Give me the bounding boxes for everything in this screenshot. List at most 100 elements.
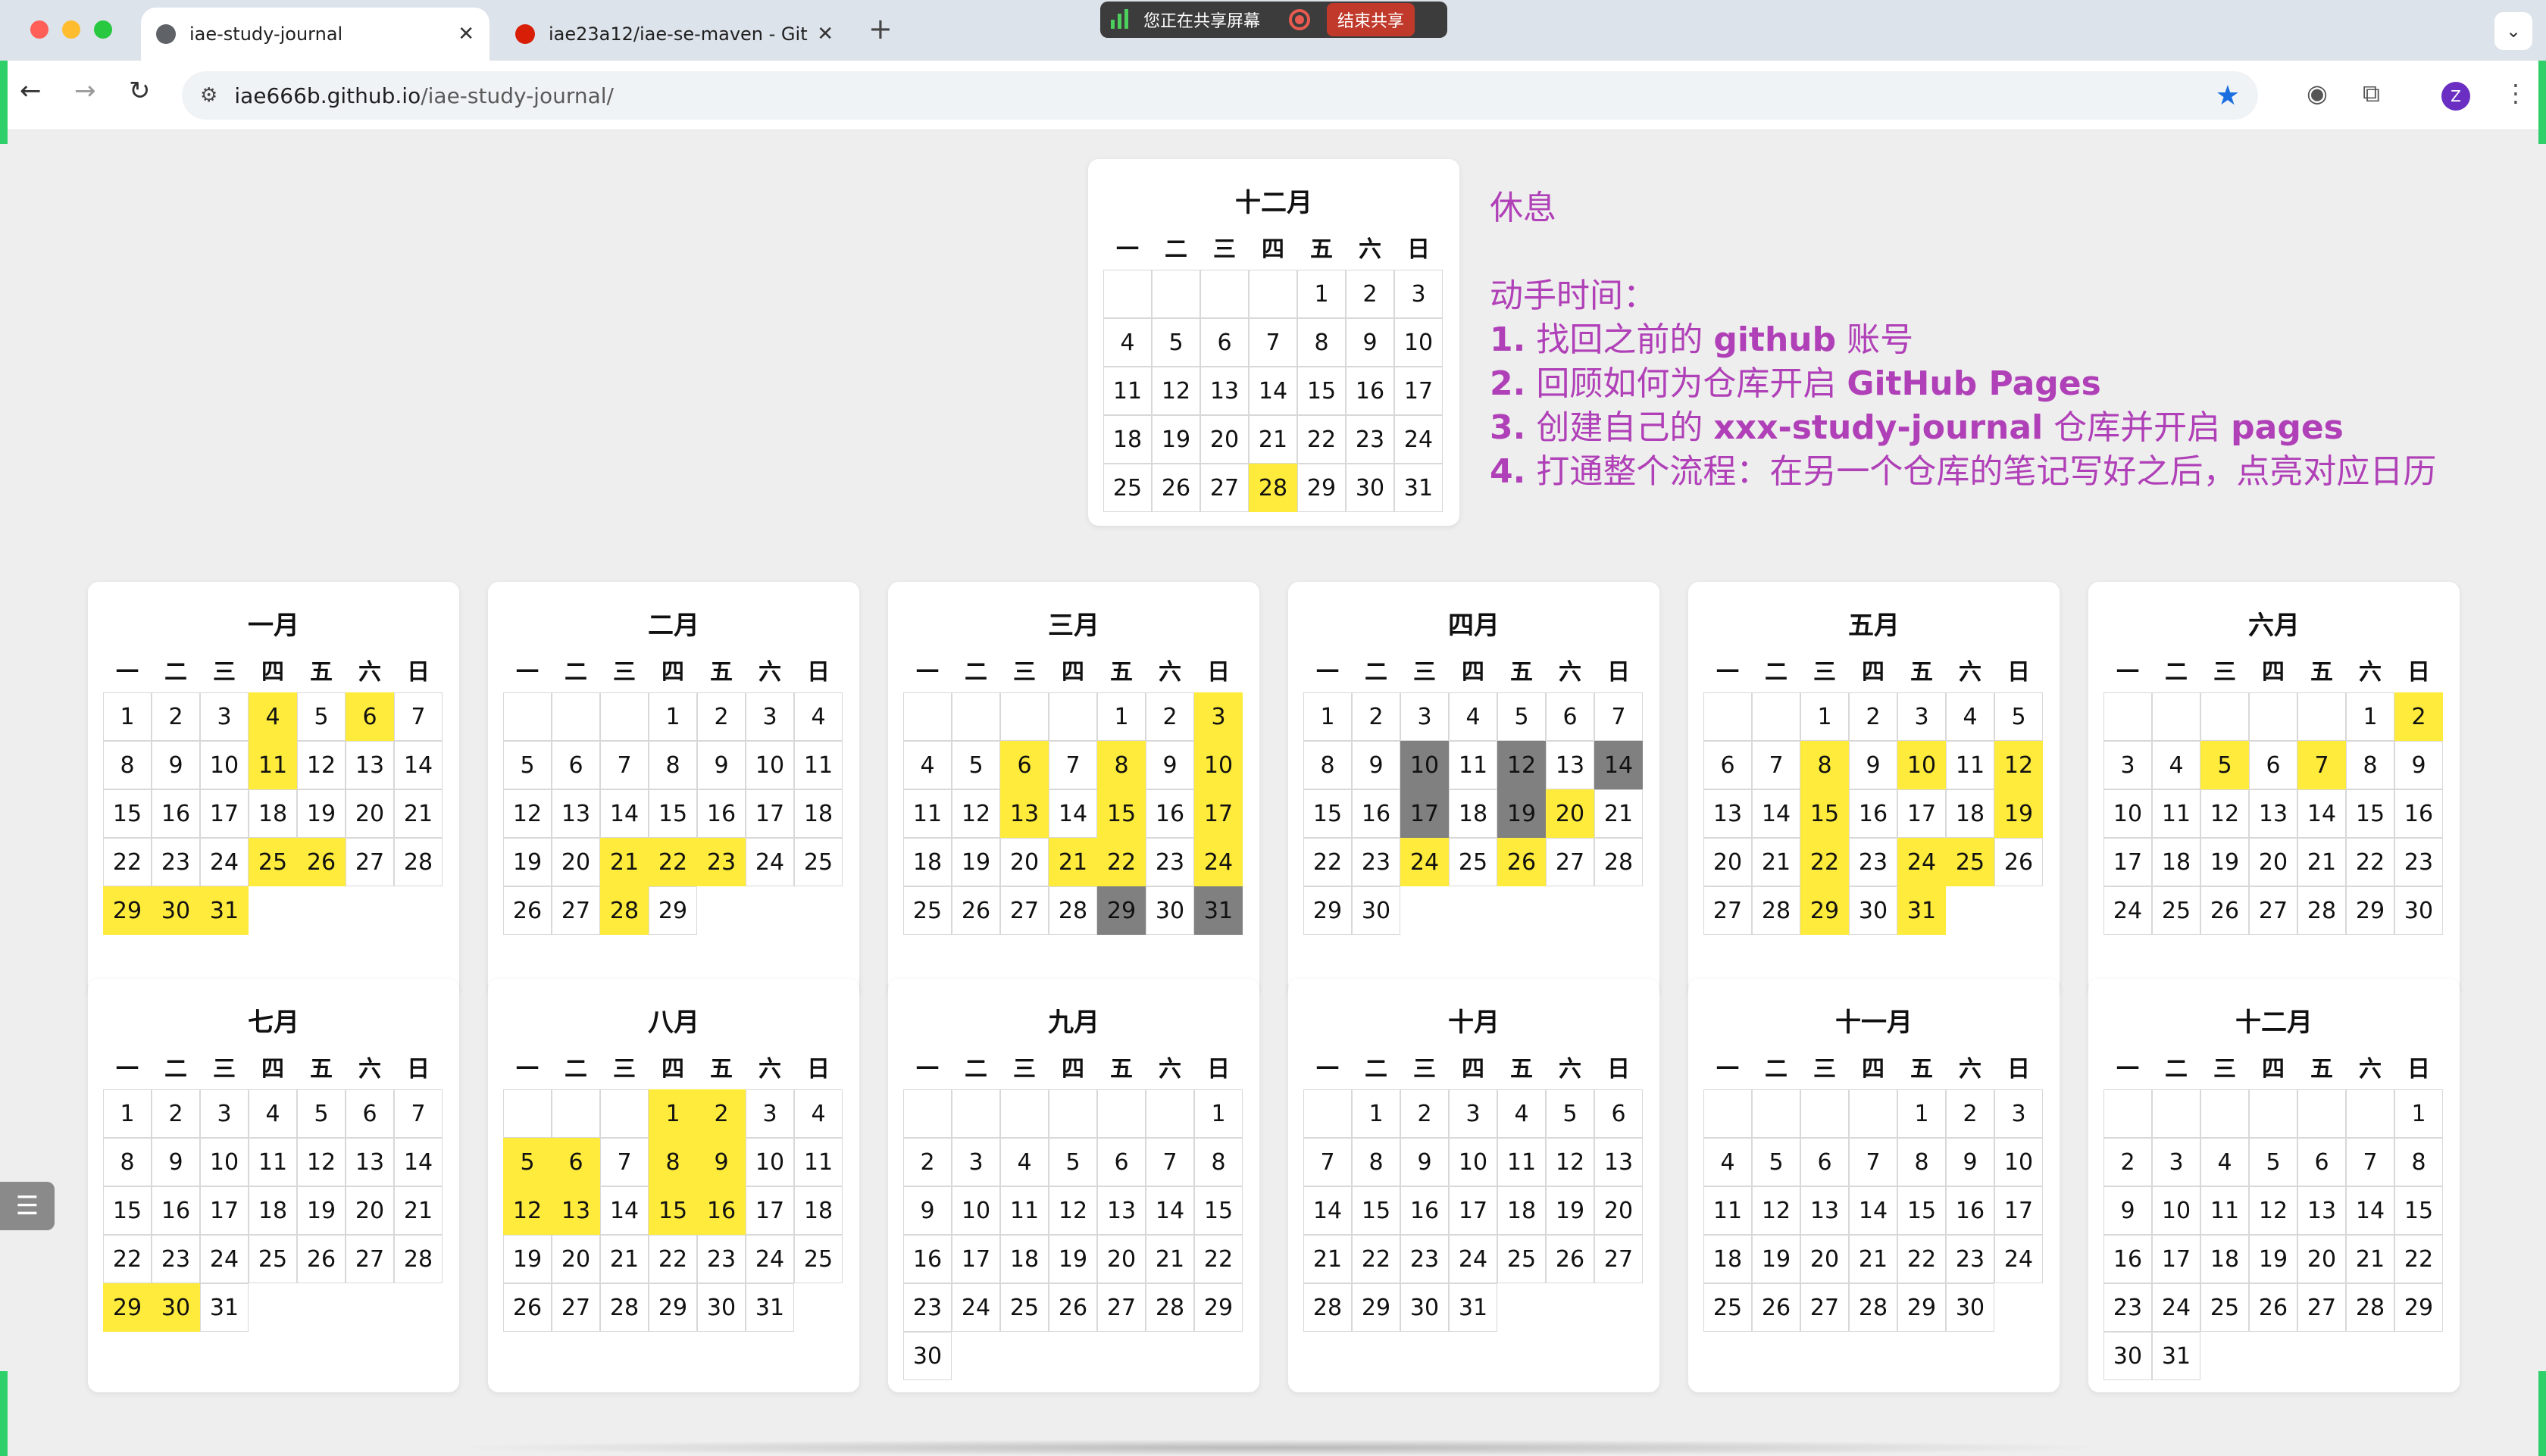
day-cell[interactable]: 1 xyxy=(649,1089,697,1138)
day-cell[interactable]: 18 xyxy=(1497,1186,1546,1235)
day-cell[interactable]: 23 xyxy=(697,838,746,886)
day-cell[interactable]: 24 xyxy=(2103,886,2152,935)
day-cell[interactable]: 23 xyxy=(1400,1235,1449,1283)
day-cell[interactable]: 1 xyxy=(1897,1089,1946,1138)
day-cell[interactable]: 10 xyxy=(746,1138,794,1186)
day-cell[interactable]: 16 xyxy=(1346,367,1394,415)
day-cell[interactable]: 22 xyxy=(1800,838,1849,886)
day-cell[interactable]: 27 xyxy=(552,1283,600,1332)
day-cell[interactable]: 11 xyxy=(2152,789,2200,838)
day-cell[interactable]: 27 xyxy=(1703,886,1752,935)
day-cell[interactable]: 16 xyxy=(152,1186,200,1235)
day-cell[interactable]: 10 xyxy=(200,741,249,789)
day-cell[interactable]: 11 xyxy=(1703,1186,1752,1235)
day-cell[interactable]: 6 xyxy=(552,741,600,789)
day-cell[interactable]: 1 xyxy=(1800,692,1849,741)
day-cell[interactable]: 8 xyxy=(1194,1138,1243,1186)
day-cell[interactable]: 29 xyxy=(1897,1283,1946,1332)
day-cell[interactable]: 30 xyxy=(2103,1332,2152,1380)
day-cell[interactable]: 19 xyxy=(2200,838,2249,886)
day-cell[interactable]: 28 xyxy=(1303,1283,1352,1332)
day-cell[interactable]: 19 xyxy=(1994,789,2043,838)
day-cell[interactable]: 15 xyxy=(649,1186,697,1235)
day-cell[interactable]: 25 xyxy=(249,1235,297,1283)
day-cell[interactable]: 11 xyxy=(903,789,952,838)
day-cell[interactable]: 28 xyxy=(1752,886,1800,935)
day-cell[interactable]: 12 xyxy=(503,1186,552,1235)
day-cell[interactable]: 22 xyxy=(649,838,697,886)
day-cell[interactable]: 9 xyxy=(2103,1186,2152,1235)
day-cell[interactable]: 18 xyxy=(903,838,952,886)
day-cell[interactable]: 19 xyxy=(952,838,1000,886)
day-cell[interactable]: 4 xyxy=(2200,1138,2249,1186)
day-cell[interactable]: 9 xyxy=(1400,1138,1449,1186)
day-cell[interactable]: 28 xyxy=(600,886,649,935)
day-cell[interactable]: 7 xyxy=(2346,1138,2394,1186)
tab-gitee[interactable]: iae23a12/iae-se-maven - Gite ✕ xyxy=(500,8,849,61)
day-cell[interactable]: 5 xyxy=(2200,741,2249,789)
day-cell[interactable]: 24 xyxy=(200,838,249,886)
close-tab-icon[interactable]: ✕ xyxy=(458,23,474,45)
day-cell[interactable]: 15 xyxy=(1352,1186,1400,1235)
day-cell[interactable]: 24 xyxy=(1194,838,1243,886)
day-cell[interactable]: 10 xyxy=(1449,1138,1497,1186)
day-cell[interactable]: 22 xyxy=(1194,1235,1243,1283)
day-cell[interactable]: 23 xyxy=(1346,415,1394,464)
day-cell[interactable]: 6 xyxy=(1800,1138,1849,1186)
day-cell[interactable]: 24 xyxy=(200,1235,249,1283)
day-cell[interactable]: 26 xyxy=(952,886,1000,935)
day-cell[interactable]: 30 xyxy=(903,1332,952,1380)
day-cell[interactable]: 15 xyxy=(2346,789,2394,838)
day-cell[interactable]: 24 xyxy=(1994,1235,2043,1283)
day-cell[interactable]: 25 xyxy=(1497,1235,1546,1283)
day-cell[interactable]: 20 xyxy=(1000,838,1049,886)
day-cell[interactable]: 14 xyxy=(1752,789,1800,838)
day-cell[interactable]: 25 xyxy=(1946,838,1994,886)
day-cell[interactable]: 2 xyxy=(152,692,200,741)
day-cell[interactable]: 3 xyxy=(746,1089,794,1138)
day-cell[interactable]: 11 xyxy=(1000,1186,1049,1235)
day-cell[interactable]: 7 xyxy=(2297,741,2346,789)
day-cell[interactable]: 18 xyxy=(1449,789,1497,838)
day-cell[interactable]: 28 xyxy=(1146,1283,1194,1332)
day-cell[interactable]: 13 xyxy=(1594,1138,1643,1186)
day-cell[interactable]: 23 xyxy=(1946,1235,1994,1283)
day-cell[interactable]: 20 xyxy=(552,1235,600,1283)
day-cell[interactable]: 3 xyxy=(1194,692,1243,741)
bookmark-star-icon[interactable]: ★ xyxy=(2216,80,2240,111)
day-cell[interactable]: 13 xyxy=(346,1138,394,1186)
day-cell[interactable]: 22 xyxy=(1303,838,1352,886)
day-cell[interactable]: 20 xyxy=(346,789,394,838)
day-cell[interactable]: 17 xyxy=(1194,789,1243,838)
day-cell[interactable]: 26 xyxy=(503,886,552,935)
day-cell[interactable]: 17 xyxy=(952,1235,1000,1283)
day-cell[interactable]: 10 xyxy=(952,1186,1000,1235)
day-cell[interactable]: 10 xyxy=(1897,741,1946,789)
day-cell[interactable]: 25 xyxy=(249,838,297,886)
day-cell[interactable]: 2 xyxy=(903,1138,952,1186)
day-cell[interactable]: 30 xyxy=(697,1283,746,1332)
day-cell[interactable]: 22 xyxy=(2346,838,2394,886)
day-cell[interactable]: 29 xyxy=(1297,464,1346,512)
day-cell[interactable]: 16 xyxy=(152,789,200,838)
day-cell[interactable]: 9 xyxy=(1946,1138,1994,1186)
day-cell[interactable]: 5 xyxy=(297,692,346,741)
day-cell[interactable]: 13 xyxy=(552,789,600,838)
day-cell[interactable]: 8 xyxy=(1297,318,1346,367)
day-cell[interactable]: 4 xyxy=(249,1089,297,1138)
site-settings-icon[interactable]: ⚙ xyxy=(200,84,217,107)
day-cell[interactable]: 10 xyxy=(1400,741,1449,789)
day-cell[interactable]: 21 xyxy=(2346,1235,2394,1283)
day-cell[interactable]: 29 xyxy=(1800,886,1849,935)
day-cell[interactable]: 9 xyxy=(1346,318,1394,367)
day-cell[interactable]: 5 xyxy=(297,1089,346,1138)
day-cell[interactable]: 9 xyxy=(697,741,746,789)
day-cell[interactable]: 2 xyxy=(1849,692,1897,741)
day-cell[interactable]: 28 xyxy=(2346,1283,2394,1332)
forward-icon[interactable]: → xyxy=(74,76,96,106)
minimize-window-button[interactable] xyxy=(62,20,80,39)
day-cell[interactable]: 23 xyxy=(2394,838,2443,886)
day-cell[interactable]: 7 xyxy=(1146,1138,1194,1186)
day-cell[interactable]: 13 xyxy=(1703,789,1752,838)
day-cell[interactable]: 18 xyxy=(2152,838,2200,886)
